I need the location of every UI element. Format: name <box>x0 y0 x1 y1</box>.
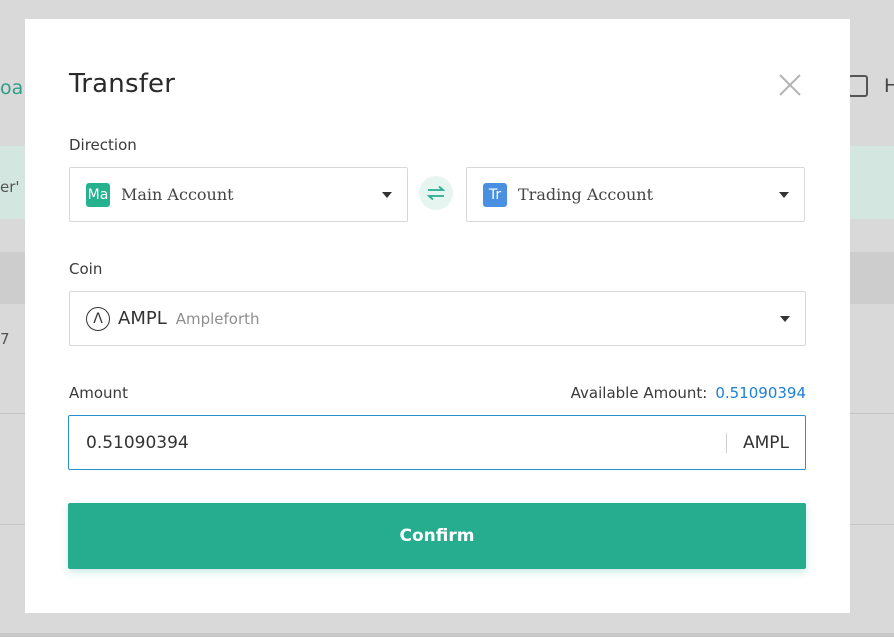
swap-arrows-icon <box>426 185 446 201</box>
confirm-button[interactable]: Confirm <box>68 503 806 569</box>
amount-label: Amount <box>69 384 128 402</box>
to-account-name: Trading Account <box>518 185 653 204</box>
transfer-modal: Transfer Direction Ma Main Account Tr Tr… <box>25 19 850 613</box>
close-icon <box>779 74 801 96</box>
main-account-badge: Ma <box>86 182 110 207</box>
coin-label: Coin <box>69 260 103 278</box>
amount-input[interactable] <box>69 416 726 469</box>
coin-select[interactable]: Λ AMPL Ampleforth <box>69 291 806 346</box>
swap-direction-button[interactable] <box>419 176 453 210</box>
caret-down-icon <box>382 192 392 198</box>
from-account-name: Main Account <box>121 185 234 204</box>
modal-title: Transfer <box>69 69 176 99</box>
amount-unit: AMPL <box>742 432 789 453</box>
amount-field: AMPL <box>68 415 806 470</box>
available-amount: Available Amount: 0.51090394 <box>571 384 806 402</box>
coin-full-name: Ampleforth <box>175 309 260 328</box>
coin-symbol: AMPL <box>118 308 167 329</box>
available-amount-label: Available Amount: <box>570 384 708 402</box>
caret-down-icon <box>780 316 790 322</box>
to-account-select[interactable]: Tr Trading Account <box>466 167 805 222</box>
background-bottom-bar <box>0 633 894 637</box>
background-checkbox <box>848 75 868 97</box>
ampleforth-coin-icon: Λ <box>86 306 110 331</box>
background-link-fragment: oa <box>0 77 24 99</box>
background-text-fragment: 7 <box>0 330 10 348</box>
caret-down-icon <box>779 192 789 198</box>
close-button[interactable] <box>777 72 803 98</box>
from-account-select[interactable]: Ma Main Account <box>69 167 408 222</box>
available-amount-value[interactable]: 0.51090394 <box>715 384 806 402</box>
direction-label: Direction <box>69 136 137 154</box>
background-text-fragment: H <box>884 75 894 97</box>
trading-account-badge: Tr <box>483 182 507 207</box>
